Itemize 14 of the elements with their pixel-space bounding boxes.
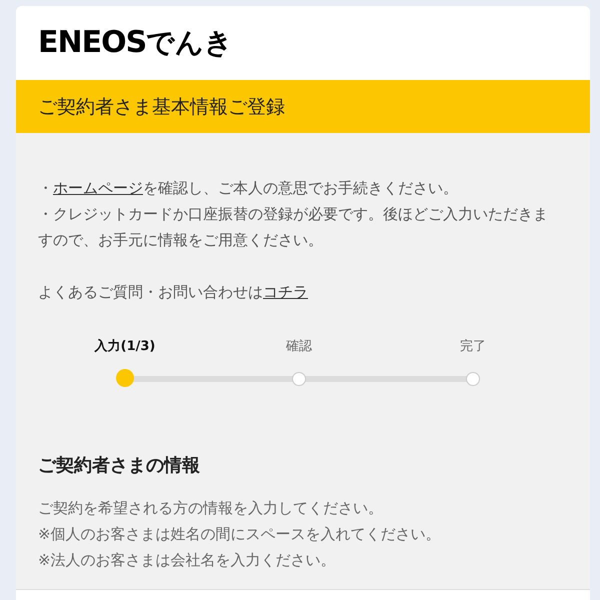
step-label: 入力(1/3) bbox=[94, 339, 156, 355]
step-label: 完了 bbox=[460, 339, 486, 355]
notice-text: ・クレジットカードか口座振替の登録が必要です。後ほどご入力いただきますので、お手元に情報をご用意ください。 bbox=[38, 204, 549, 251]
instruction-text: ※個人のお客さまは姓名の間にスペースを入れてください。 bbox=[38, 524, 442, 545]
section-title: ご契約者さまの情報 bbox=[38, 454, 201, 477]
step-label: 確認 bbox=[286, 339, 312, 355]
homepage-link[interactable]: ホームページ bbox=[53, 179, 143, 197]
instruction-text: ご契約を希望される方の情報を入力してください。 bbox=[38, 498, 384, 519]
faq-text: よくあるご質問・お問い合わせはコチラ bbox=[38, 282, 309, 303]
eneos-logo: ENEOSでんき bbox=[38, 24, 234, 62]
notice-text: ・ホームページを確認し、ご本人の意思でお手続きください。 bbox=[38, 178, 459, 199]
contact-link[interactable]: コチラ bbox=[263, 283, 308, 301]
instruction-text: ※法人のお客さまは会社名を入力ください。 bbox=[38, 550, 337, 571]
page-title-banner: ご契約者さま基本情報ご登録 bbox=[16, 80, 590, 133]
